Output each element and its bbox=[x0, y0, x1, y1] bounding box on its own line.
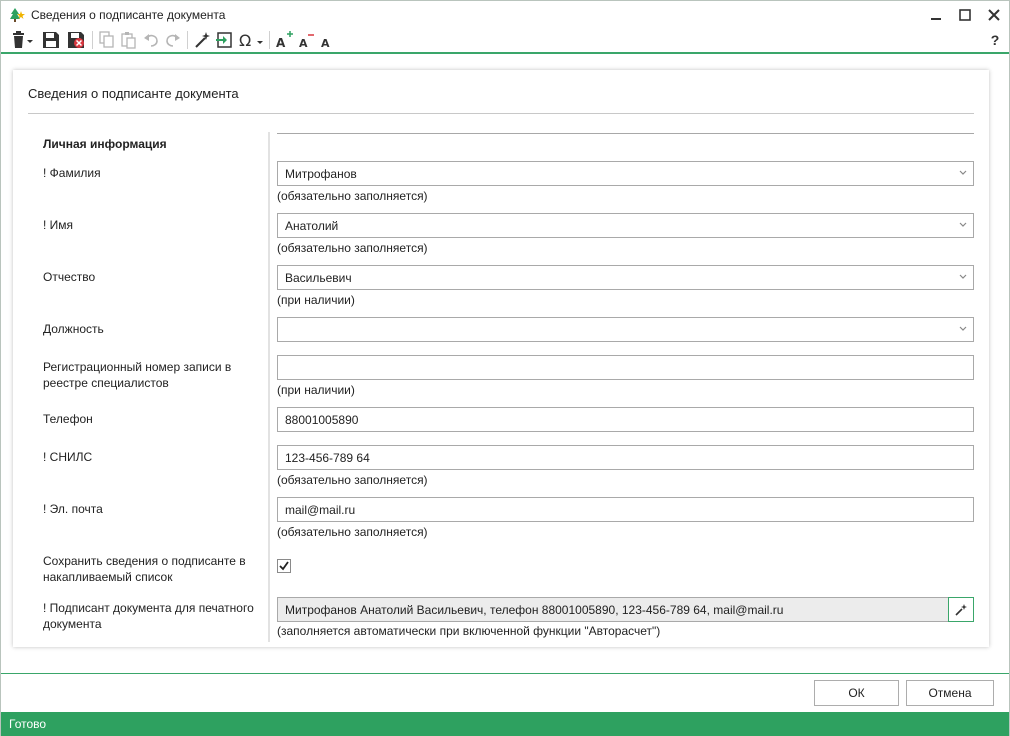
position-combobox[interactable] bbox=[277, 317, 974, 342]
card-title: Сведения о подписанте документа bbox=[28, 86, 239, 101]
font-decrease-icon[interactable]: A bbox=[295, 29, 317, 51]
save-icon[interactable] bbox=[40, 29, 62, 51]
minimize-button[interactable] bbox=[924, 4, 948, 26]
patronymic-label: Отчество bbox=[43, 270, 96, 284]
autofill-signer-button[interactable] bbox=[948, 597, 974, 622]
ok-button[interactable]: ОК bbox=[814, 680, 899, 706]
column-divider bbox=[268, 132, 270, 642]
cancel-button[interactable]: Отмена bbox=[906, 680, 994, 706]
email-input[interactable]: mail@mail.ru bbox=[277, 497, 974, 522]
magic-wand-icon bbox=[955, 603, 967, 616]
paste-icon[interactable] bbox=[119, 29, 139, 51]
dialog-window: Сведения о подписанте документа Ω A A A … bbox=[0, 0, 1010, 736]
svg-text:A: A bbox=[276, 36, 286, 49]
snils-label: ! СНИЛС bbox=[43, 450, 93, 464]
close-button[interactable] bbox=[982, 4, 1006, 26]
section-title: Личная информация bbox=[43, 137, 167, 151]
signer-form-card: Сведения о подписанте документа Личная и… bbox=[13, 70, 989, 647]
undo-icon[interactable] bbox=[141, 29, 161, 51]
regnum-hint: (при наличии) bbox=[277, 383, 355, 397]
maximize-button[interactable] bbox=[953, 4, 977, 26]
status-text: Готово bbox=[9, 717, 47, 731]
save-close-icon[interactable] bbox=[65, 29, 87, 51]
patronymic-combobox[interactable]: Васильевич bbox=[277, 265, 974, 290]
chevron-down-icon[interactable] bbox=[958, 168, 968, 178]
firstname-label: ! Имя bbox=[43, 218, 74, 232]
firstname-hint: (обязательно заполняется) bbox=[277, 241, 428, 255]
signer-hint: (заполняется автоматически при включенно… bbox=[277, 624, 661, 638]
footer-divider bbox=[1, 673, 1009, 674]
signer-label: ! Подписант документа для печатного доку… bbox=[43, 601, 254, 631]
phone-input[interactable]: 88001005890 bbox=[277, 407, 974, 432]
magic-wand-icon[interactable] bbox=[191, 29, 213, 51]
redo-icon[interactable] bbox=[163, 29, 183, 51]
special-symbol-menu-button[interactable]: Ω bbox=[237, 29, 265, 51]
checkmark-icon bbox=[279, 561, 289, 571]
title-divider bbox=[28, 113, 974, 114]
signer-readonly-field[interactable]: Митрофанов Анатолий Васильевич, телефон … bbox=[277, 597, 949, 622]
lastname-combobox[interactable]: Митрофанов bbox=[277, 161, 974, 186]
position-label: Должность bbox=[43, 322, 104, 336]
firstname-value: Анатолий bbox=[285, 219, 339, 233]
import-icon[interactable] bbox=[213, 29, 235, 51]
toolbar: Ω A A A ? bbox=[1, 28, 1009, 54]
title-bar: Сведения о подписанте документа bbox=[1, 1, 1009, 29]
regnum-input[interactable] bbox=[277, 355, 974, 380]
firstname-combobox[interactable]: Анатолий bbox=[277, 213, 974, 238]
font-default-icon[interactable]: A bbox=[317, 29, 337, 51]
help-button[interactable]: ? bbox=[985, 29, 1005, 51]
chevron-down-icon[interactable] bbox=[958, 220, 968, 230]
phone-label: Телефон bbox=[43, 412, 93, 426]
save-signer-label: Сохранить сведения о подписанте в накапл… bbox=[43, 554, 246, 584]
patronymic-value: Васильевич bbox=[285, 271, 352, 285]
snils-input[interactable]: 123-456-789 64 bbox=[277, 445, 974, 470]
delete-menu-button[interactable] bbox=[9, 29, 35, 51]
copy-icon[interactable] bbox=[97, 29, 117, 51]
snils-hint: (обязательно заполняется) bbox=[277, 473, 428, 487]
chevron-down-icon[interactable] bbox=[958, 324, 968, 334]
svg-text:A: A bbox=[321, 37, 330, 49]
window-title: Сведения о подписанте документа bbox=[31, 8, 226, 22]
regnum-label: Регистрационный номер записи в реестре с… bbox=[43, 360, 232, 390]
email-label: ! Эл. почта bbox=[43, 502, 103, 516]
app-logo-icon bbox=[9, 7, 25, 23]
status-bar: Готово bbox=[1, 712, 1009, 736]
email-hint: (обязательно заполняется) bbox=[277, 525, 428, 539]
svg-text:A: A bbox=[299, 37, 308, 49]
lastname-label: ! Фамилия bbox=[43, 166, 101, 180]
font-increase-icon[interactable]: A bbox=[273, 29, 295, 51]
lastname-value: Митрофанов bbox=[285, 167, 357, 181]
svg-text:Ω: Ω bbox=[239, 31, 251, 49]
patronymic-hint: (при наличии) bbox=[277, 293, 355, 307]
lastname-hint: (обязательно заполняется) bbox=[277, 189, 428, 203]
save-signer-checkbox[interactable] bbox=[277, 559, 291, 573]
field-column-top-line bbox=[277, 133, 974, 134]
email-value: mail@mail.ru bbox=[285, 503, 356, 517]
signer-value: Митрофанов Анатолий Васильевич, телефон … bbox=[285, 603, 784, 617]
phone-value: 88001005890 bbox=[285, 413, 359, 427]
snils-value: 123-456-789 64 bbox=[285, 451, 370, 465]
chevron-down-icon[interactable] bbox=[958, 272, 968, 282]
